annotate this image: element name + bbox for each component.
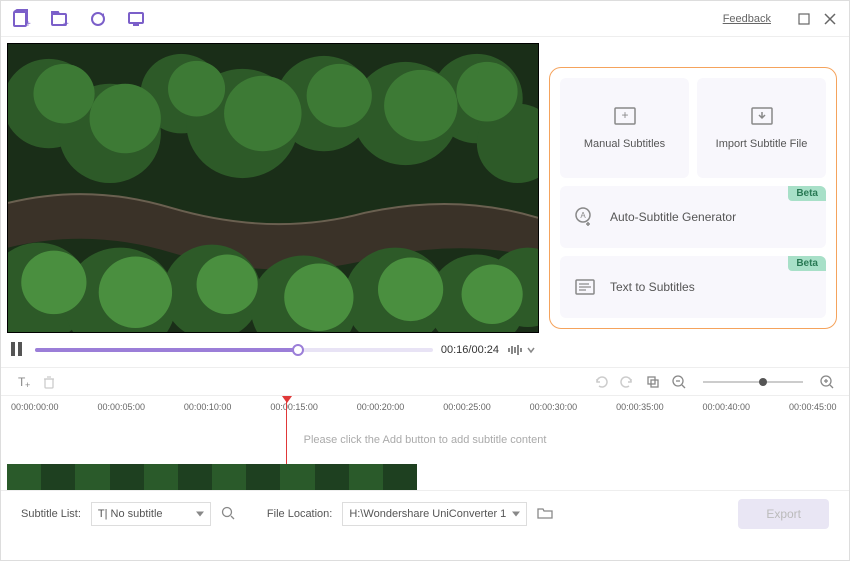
feedback-link[interactable]: Feedback <box>723 13 771 25</box>
zoom-out-icon[interactable] <box>671 374 687 390</box>
text-subtitle-label: Text to Subtitles <box>610 280 695 294</box>
refresh-icon[interactable] <box>87 8 109 30</box>
redo-icon[interactable] <box>619 374 635 390</box>
undo-icon[interactable] <box>593 374 609 390</box>
import-subtitle-icon <box>750 106 774 126</box>
volume-control[interactable] <box>507 343 535 357</box>
main-area: 00:16/00:24 + Manual Subtitles Import Su… <box>1 37 849 367</box>
crop-icon[interactable] <box>645 374 661 390</box>
file-location-select[interactable]: H:\Wondershare UniConverter 1 <box>342 502 527 526</box>
zoom-in-icon[interactable] <box>819 374 835 390</box>
timeline-ticks: 00:00:00:0000:00:05:0000:00:10:0000:00:1… <box>1 402 849 412</box>
beta-badge: Beta <box>788 186 826 201</box>
device-icon[interactable] <box>125 8 147 30</box>
maximize-icon[interactable] <box>795 10 813 28</box>
svg-text:+: + <box>63 19 69 29</box>
import-subtitle-card[interactable]: Import Subtitle File <box>697 78 826 178</box>
title-bar: + + Feedback <box>1 1 849 37</box>
timeline-hint: Please click the Add button to add subti… <box>1 434 849 446</box>
file-location-label: File Location: <box>267 508 332 520</box>
timecode-display: 00:16/00:24 <box>441 344 499 356</box>
search-icon[interactable] <box>221 506 237 522</box>
progress-bar[interactable] <box>35 348 433 352</box>
toolbar-buttons: + + <box>11 8 147 30</box>
timeline-tools: T+ <box>1 367 849 395</box>
player-controls: 00:16/00:24 <box>7 333 539 367</box>
subtitle-panel: + Manual Subtitles Import Subtitle File … <box>549 37 849 367</box>
add-folder-icon[interactable]: + <box>49 8 71 30</box>
folder-icon[interactable] <box>537 506 553 522</box>
svg-text:+: + <box>25 380 30 390</box>
export-button[interactable]: Export <box>738 499 829 529</box>
svg-text:+: + <box>621 108 628 122</box>
player-panel: 00:16/00:24 <box>1 37 549 367</box>
svg-text:A: A <box>580 211 586 220</box>
delete-icon[interactable] <box>41 374 57 390</box>
add-text-icon[interactable]: T+ <box>15 374 31 390</box>
auto-subtitle-card[interactable]: Beta A Auto-Subtitle Generator <box>560 186 826 248</box>
manual-subtitles-card[interactable]: + Manual Subtitles <box>560 78 689 178</box>
pause-button[interactable] <box>11 342 27 358</box>
text-subtitle-icon <box>574 277 596 297</box>
auto-subtitle-icon: A <box>574 206 596 228</box>
manual-subtitle-label: Manual Subtitles <box>584 138 665 150</box>
timeline-thumbnails[interactable] <box>7 464 417 490</box>
timeline[interactable]: 00:00:00:0000:00:05:0000:00:10:0000:00:1… <box>1 395 849 490</box>
subtitle-list-label: Subtitle List: <box>21 508 81 520</box>
video-preview[interactable] <box>7 43 539 333</box>
import-subtitle-label: Import Subtitle File <box>716 138 808 150</box>
subtitle-options: + Manual Subtitles Import Subtitle File … <box>549 67 837 329</box>
zoom-slider[interactable] <box>703 381 803 383</box>
bottom-bar: Subtitle List: T| No subtitle File Locat… <box>1 490 849 536</box>
subtitle-list-select[interactable]: T| No subtitle <box>91 502 211 526</box>
text-to-subtitles-card[interactable]: Beta Text to Subtitles <box>560 256 826 318</box>
close-icon[interactable] <box>821 10 839 28</box>
add-file-icon[interactable]: + <box>11 8 33 30</box>
auto-subtitle-label: Auto-Subtitle Generator <box>610 210 736 224</box>
beta-badge: Beta <box>788 256 826 271</box>
svg-text:+: + <box>25 19 31 29</box>
manual-subtitle-icon: + <box>613 106 637 126</box>
